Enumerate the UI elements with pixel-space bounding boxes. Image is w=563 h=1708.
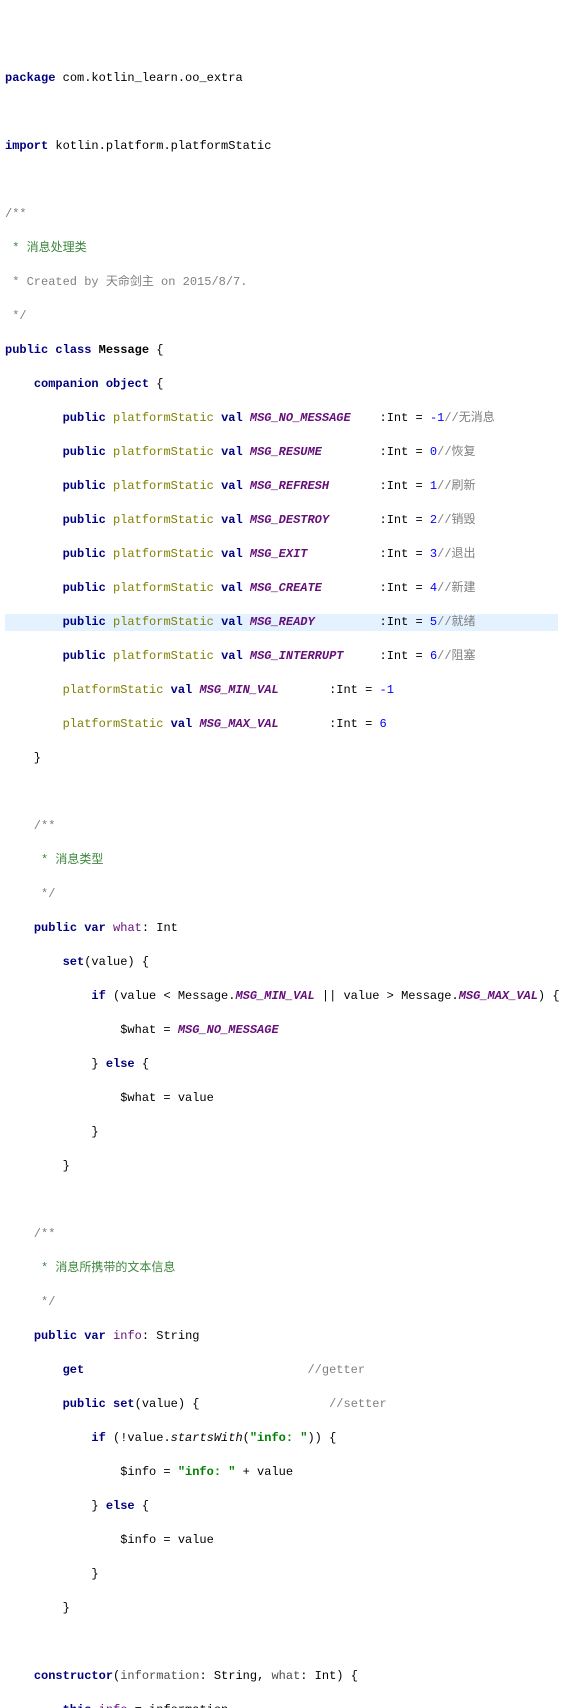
code-line: */ [5, 308, 558, 325]
code-line: * 消息所携带的文本信息 [5, 1260, 558, 1277]
code-line: platformStatic val MSG_MIN_VAL :Int = -1 [5, 682, 558, 699]
code-line: } else { [5, 1056, 558, 1073]
code-line: set(value) { [5, 954, 558, 971]
code-line: public class Message { [5, 342, 558, 359]
code-line [5, 172, 558, 189]
code-line: public platformStatic val MSG_CREATE :In… [5, 580, 558, 597]
code-line: /** [5, 1226, 558, 1243]
code-line: $info = "info: " + value [5, 1464, 558, 1481]
code-line: */ [5, 886, 558, 903]
code-line: } [5, 1158, 558, 1175]
code-line: */ [5, 1294, 558, 1311]
code-line: get //getter [5, 1362, 558, 1379]
code-line: $what = MSG_NO_MESSAGE [5, 1022, 558, 1039]
code-line: platformStatic val MSG_MAX_VAL :Int = 6 [5, 716, 558, 733]
code-line: } [5, 1600, 558, 1617]
code-line: /** [5, 206, 558, 223]
code-line: package com.kotlin_learn.oo_extra [5, 70, 558, 87]
code-line-highlighted: public platformStatic val MSG_READY :Int… [5, 614, 558, 631]
code-line: /** [5, 818, 558, 835]
code-line: import kotlin.platform.platformStatic [5, 138, 558, 155]
code-line: public var what: Int [5, 920, 558, 937]
code-line: $what = value [5, 1090, 558, 1107]
code-line: } [5, 1566, 558, 1583]
code-line: public platformStatic val MSG_REFRESH :I… [5, 478, 558, 495]
code-line: public platformStatic val MSG_INTERRUPT … [5, 648, 558, 665]
code-line: * 消息处理类 [5, 240, 558, 257]
code-line: constructor(information: String, what: I… [5, 1668, 558, 1685]
code-line: public platformStatic val MSG_DESTROY :I… [5, 512, 558, 529]
code-line: * 消息类型 [5, 852, 558, 869]
code-line: } [5, 1124, 558, 1141]
code-line: public platformStatic val MSG_EXIT :Int … [5, 546, 558, 563]
code-line: public platformStatic val MSG_NO_MESSAGE… [5, 410, 558, 427]
code-line [5, 104, 558, 121]
code-line: } else { [5, 1498, 558, 1515]
code-line: this.info = information [5, 1702, 558, 1708]
code-line: public platformStatic val MSG_RESUME :In… [5, 444, 558, 461]
code-line: public var info: String [5, 1328, 558, 1345]
code-line: if (!value.startsWith("info: ")) { [5, 1430, 558, 1447]
code-line [5, 784, 558, 801]
code-line [5, 1634, 558, 1651]
code-line [5, 1192, 558, 1209]
code-line: } [5, 750, 558, 767]
code-line: public set(value) { //setter [5, 1396, 558, 1413]
code-line: if (value < Message.MSG_MIN_VAL || value… [5, 988, 558, 1005]
code-line: companion object { [5, 376, 558, 393]
code-line: * Created by 天命剑主 on 2015/8/7. [5, 274, 558, 291]
code-line: $info = value [5, 1532, 558, 1549]
